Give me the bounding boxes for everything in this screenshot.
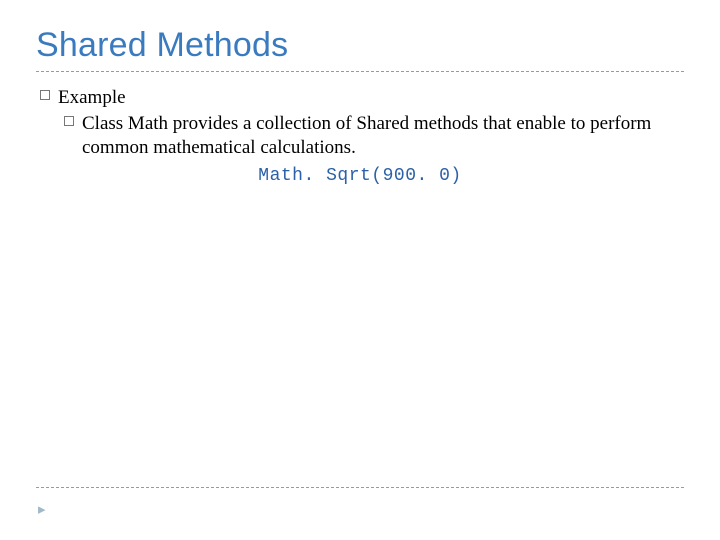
- square-bullet-icon: [64, 116, 74, 126]
- bullet-level-1: Example: [40, 86, 684, 110]
- square-bullet-icon: [40, 90, 50, 100]
- title-divider: [36, 71, 684, 72]
- bullet-level-1-text: Example: [58, 86, 684, 110]
- bullet-level-2-text: Class Math provides a collection of Shar…: [82, 112, 684, 160]
- code-sample: Math. Sqrt(900. 0): [36, 165, 684, 188]
- slide-title: Shared Methods: [36, 26, 684, 65]
- slide: Shared Methods Example Class Math provid…: [0, 0, 720, 540]
- footer-divider: [36, 487, 684, 488]
- bullet-level-2: Class Math provides a collection of Shar…: [64, 112, 684, 160]
- footer-marker-icon: ▸: [38, 500, 46, 518]
- slide-body: Example Class Math provides a collection…: [36, 86, 684, 188]
